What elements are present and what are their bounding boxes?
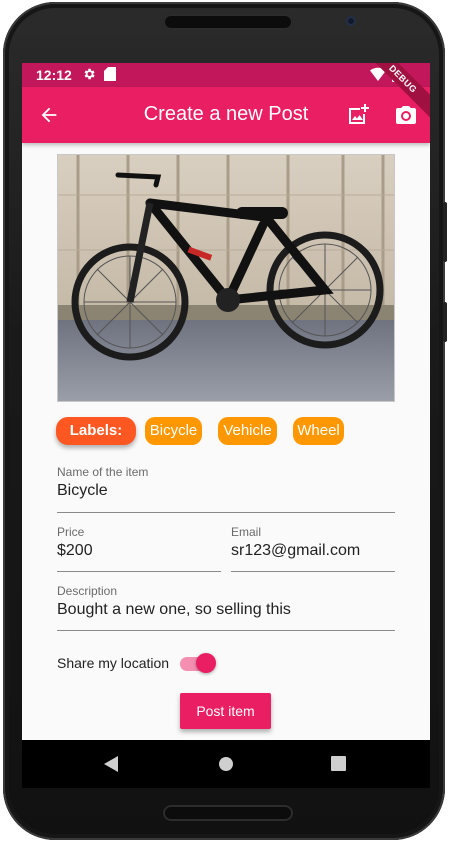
home-icon[interactable] (218, 756, 234, 772)
item-name-value: Bicycle (57, 482, 108, 499)
gear-icon (84, 68, 95, 80)
share-location-toggle[interactable] (196, 653, 216, 673)
item-photo[interactable] (57, 154, 395, 402)
bottom-speaker (163, 805, 293, 821)
label-chip-wheel[interactable]: Wheel (293, 417, 344, 445)
price-value: $200 (57, 542, 93, 559)
labels-heading-chip: Labels: (56, 417, 136, 445)
label-chip-bicycle[interactable]: Bicycle (145, 417, 202, 445)
email-field[interactable]: Email sr123@gmail.com (231, 525, 395, 572)
item-name-field[interactable]: Name of the item Bicycle (57, 465, 395, 513)
description-value: Bought a new one, so selling this (57, 601, 291, 618)
sd-card-icon (104, 67, 116, 81)
price-field[interactable]: Price $200 (57, 525, 221, 572)
label-chip-vehicle[interactable]: Vehicle (218, 417, 277, 445)
front-camera (346, 16, 356, 26)
share-location-label: Share my location (57, 655, 170, 671)
description-label: Description (57, 584, 118, 598)
camera-icon[interactable] (394, 103, 418, 127)
item-name-label: Name of the item (57, 465, 149, 479)
status-bar: 12:12 (22, 63, 430, 87)
add-photo-icon[interactable] (346, 103, 370, 127)
email-value: sr123@gmail.com (231, 542, 361, 559)
status-time: 12:12 (36, 67, 72, 83)
email-label: Email (231, 525, 262, 539)
description-field[interactable]: Description Bought a new one, so selling… (57, 584, 395, 631)
back-icon[interactable] (104, 756, 118, 772)
system-nav-bar (22, 740, 430, 788)
bicycle-image (58, 155, 394, 401)
power-button (443, 302, 447, 342)
earpiece-speaker (163, 14, 293, 30)
recents-icon[interactable] (331, 756, 346, 771)
app-bar: Create a new Post (22, 87, 430, 143)
post-item-button[interactable]: Post item (180, 693, 271, 729)
app-screen: 12:12 Create a new Post DEBUG Labels: Bi… (22, 63, 430, 740)
price-label: Price (57, 525, 85, 539)
volume-button (443, 202, 447, 262)
